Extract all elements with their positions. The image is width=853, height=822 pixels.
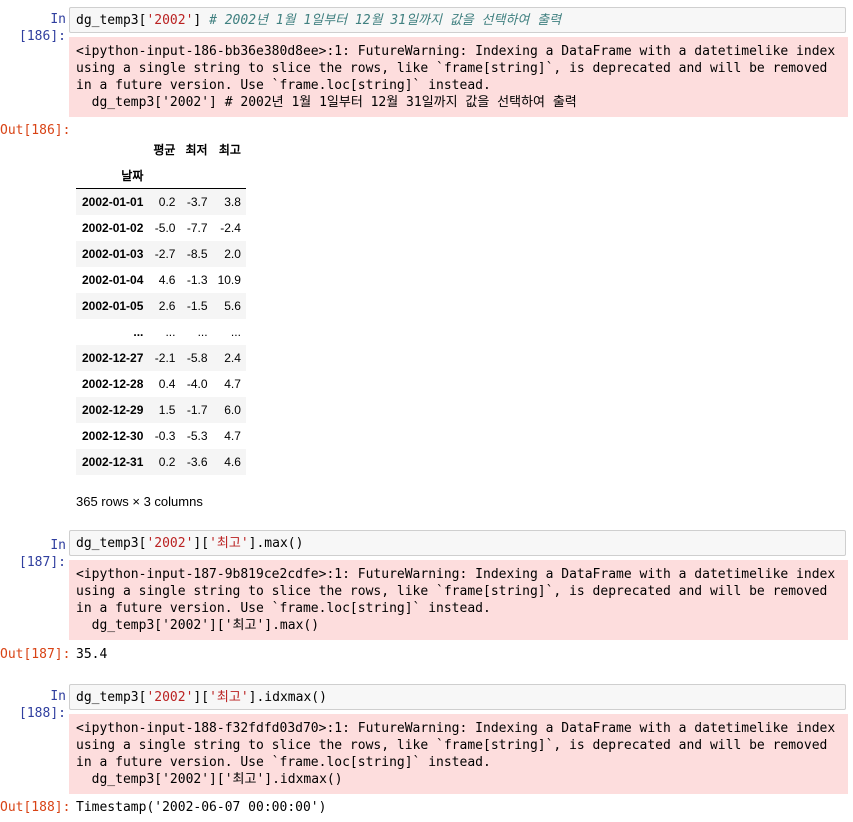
table-row: 2002-12-30 -0.3 -5.3 4.7 [76, 423, 246, 449]
row-index: 2002-01-02 [82, 221, 144, 235]
table-cell: -1.7 [186, 403, 208, 417]
code-text: ] [193, 13, 202, 28]
dataframe-table: 평균 최저 최고 날짜 2002-01-01 0.2 -3.7 3.8 2002-01-… [76, 136, 246, 475]
output-value-187: 35.4 [76, 647, 108, 662]
table-row: 2002-01-03 -2.7 -8.5 2.0 [76, 241, 246, 267]
table-row: 2002-01-05 2.6 -1.5 5.6 [76, 293, 246, 319]
table-cell: -2.7 [154, 247, 176, 261]
code-text: ].idxmax() [248, 690, 327, 705]
code-input-186[interactable]: dg_temp3['2002'] # 2002년 1월 1일부터 12월 31일… [69, 7, 846, 33]
table-cell: -5.0 [154, 221, 176, 235]
row-index: 2002-01-05 [82, 299, 144, 313]
table-cell: 10.9 [217, 273, 241, 287]
code-string: '2002' [146, 690, 194, 705]
table-cell: 4.7 [224, 429, 241, 443]
table-cell: 0.2 [158, 455, 176, 469]
table-cell: 3.8 [224, 195, 241, 209]
table-cell: -5.8 [186, 351, 208, 365]
column-header: 평균 [153, 142, 176, 157]
table-cell: 2.6 [158, 299, 176, 313]
table-cell: -1.3 [186, 273, 208, 287]
dataframe-body: 2002-01-01 0.2 -3.7 3.8 2002-01-02 -5.0 -7.7 -2… [76, 188, 246, 475]
index-name: 날짜 [76, 162, 149, 189]
warning-output-188: <ipython-input-188-f32fdfd03d70>:1: Futu… [69, 714, 848, 794]
code-string: '2002' [146, 13, 194, 28]
table-row: 2002-01-02 -5.0 -7.7 -2.4 [76, 215, 246, 241]
table-cell: -0.3 [154, 429, 176, 443]
row-index: 2002-01-04 [82, 273, 144, 287]
table-row: 2002-01-04 4.6 -1.3 10.9 [76, 267, 246, 293]
table-cell: -1.5 [186, 299, 208, 313]
warning-output-186: <ipython-input-186-bb36e380d8ee>:1: Futu… [69, 37, 848, 117]
table-cell: -7.7 [186, 221, 208, 235]
code-text: ][ [193, 536, 210, 551]
table-row: 2002-12-28 0.4 -4.0 4.7 [76, 371, 246, 397]
table-cell: -5.3 [186, 429, 208, 443]
code-comment: # 2002년 1월 1일부터 12월 31일까지 값을 선택하여 출력 [209, 13, 562, 28]
out-prompt-188: Out[188]: [0, 800, 71, 815]
table-cell: -4.0 [186, 377, 208, 391]
table-cell: -8.5 [186, 247, 208, 261]
table-cell: ... [230, 325, 241, 339]
table-cell: 4.6 [158, 273, 176, 287]
table-row: 2002-01-01 0.2 -3.7 3.8 [76, 188, 246, 215]
table-cell: ... [165, 325, 176, 339]
row-index: ... [133, 325, 144, 339]
table-cell: 1.5 [158, 403, 176, 417]
table-row: 2002-12-29 1.5 -1.7 6.0 [76, 397, 246, 423]
table-cell: -2.1 [154, 351, 176, 365]
table-row: 2002-12-31 0.2 -3.6 4.6 [76, 449, 246, 475]
code-text: ][ [193, 690, 210, 705]
table-cell: ... [197, 325, 208, 339]
code-text: ].max() [248, 536, 304, 551]
table-cell: 2.0 [224, 247, 241, 261]
dataframe-shape: 365 rows × 3 columns [76, 494, 203, 509]
code-text: dg_temp3[ [76, 13, 147, 28]
code-string: '2002' [146, 536, 194, 551]
table-cell: -3.6 [186, 455, 208, 469]
table-cell: 4.7 [224, 377, 241, 391]
column-header-row: 평균 최저 최고 [76, 136, 246, 162]
warning-output-187: <ipython-input-187-9b819ce2cdfe>:1: Futu… [69, 560, 848, 640]
table-cell: 4.6 [224, 455, 241, 469]
table-cell: 2.4 [224, 351, 241, 365]
table-cell: 0.4 [158, 377, 176, 391]
table-row: ............ [76, 319, 246, 345]
row-index: 2002-12-31 [82, 455, 144, 469]
in-prompt-186: In [186]: [19, 12, 66, 44]
code-input-188[interactable]: dg_temp3['2002']['최고'].idxmax() [69, 684, 846, 710]
index-name-row: 날짜 [76, 162, 246, 189]
code-text: dg_temp3[ [76, 690, 147, 705]
code-input-187[interactable]: dg_temp3['2002']['최고'].max() [69, 530, 846, 556]
row-index: 2002-12-30 [82, 429, 144, 443]
table-cell: 5.6 [224, 299, 241, 313]
in-prompt-187: In [187]: [19, 538, 66, 570]
out-prompt-187: Out[187]: [0, 647, 71, 662]
table-cell: -2.4 [220, 221, 241, 235]
code-text: dg_temp3[ [76, 536, 147, 551]
column-header: 최저 [185, 142, 208, 157]
table-cell: -3.7 [186, 195, 208, 209]
output-value-188: Timestamp('2002-06-07 00:00:00') [76, 800, 327, 815]
in-prompt-188: In [188]: [19, 689, 66, 721]
code-string: '최고' [209, 690, 249, 705]
row-index: 2002-01-03 [82, 247, 144, 261]
row-index: 2002-01-01 [82, 195, 144, 209]
table-cell: 0.2 [158, 195, 176, 209]
table-row: 2002-12-27 -2.1 -5.8 2.4 [76, 345, 246, 371]
out-prompt-186: Out[186]: [0, 123, 71, 138]
code-string: '최고' [209, 536, 249, 551]
row-index: 2002-12-27 [82, 351, 144, 365]
row-index: 2002-12-29 [82, 403, 144, 417]
table-cell: 6.0 [224, 403, 241, 417]
column-header: 최고 [218, 142, 241, 157]
row-index: 2002-12-28 [82, 377, 144, 391]
